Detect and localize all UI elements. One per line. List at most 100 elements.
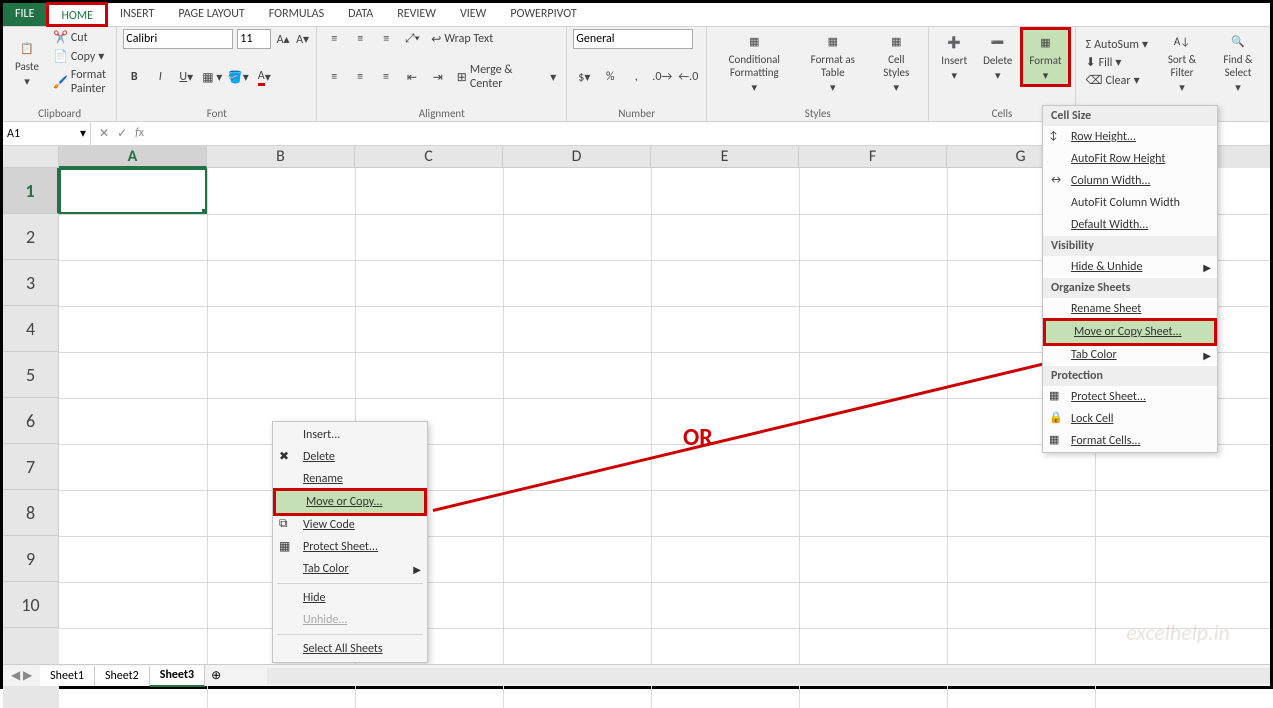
dd-lock-cell[interactable]: 🔒Lock Cell bbox=[1043, 408, 1217, 430]
decrease-indent-button[interactable]: ⇤ bbox=[401, 67, 423, 87]
autosum-button[interactable]: ΣAutoSum ▾ bbox=[1082, 36, 1152, 53]
number-format-combo[interactable] bbox=[573, 29, 693, 49]
sort-filter-button[interactable]: A↓Sort & Filter▾ bbox=[1156, 29, 1208, 96]
horizontal-scrollbar[interactable] bbox=[267, 668, 1270, 684]
row-header-4[interactable]: 4 bbox=[3, 306, 59, 352]
align-right-button[interactable]: ≡ bbox=[375, 67, 397, 87]
wraptext-button[interactable]: ↩Wrap Text bbox=[427, 31, 497, 48]
insert-cells-button[interactable]: ➕Insert▾ bbox=[935, 30, 973, 84]
sheet-tab-1[interactable]: Sheet1 bbox=[40, 666, 95, 686]
tab-powerpivot[interactable]: POWERPIVOT bbox=[498, 3, 588, 26]
paste-button[interactable]: 📋 Paste ▾ bbox=[9, 36, 45, 90]
fill-button[interactable]: ⬇Fill ▾ bbox=[1082, 54, 1152, 71]
copy-button[interactable]: 📄Copy ▾ bbox=[49, 48, 110, 65]
fx-icon[interactable]: fx bbox=[135, 126, 144, 141]
row-header-2[interactable]: 2 bbox=[3, 214, 59, 260]
col-header-d[interactable]: D bbox=[503, 146, 651, 168]
row-header-3[interactable]: 3 bbox=[3, 260, 59, 306]
ctx-move-or-copy[interactable]: Move or Copy... bbox=[273, 488, 427, 516]
enter-formula-icon[interactable]: ✓ bbox=[117, 126, 127, 141]
bold-button[interactable]: B bbox=[123, 67, 145, 87]
row-header-8[interactable]: 8 bbox=[3, 490, 59, 536]
comma-button[interactable]: , bbox=[625, 67, 647, 87]
cut-button[interactable]: ✂️Cut bbox=[49, 29, 110, 46]
clear-button[interactable]: ⌫Clear ▾ bbox=[1082, 72, 1152, 89]
dd-autofit-row[interactable]: AutoFit Row Height bbox=[1043, 148, 1217, 170]
row-header-1[interactable]: 1 bbox=[3, 168, 59, 214]
font-name-combo[interactable] bbox=[123, 29, 233, 49]
dd-default-width[interactable]: Default Width... bbox=[1043, 214, 1217, 236]
cell-styles-button[interactable]: ▦Cell Styles▾ bbox=[870, 29, 922, 96]
dd-autofit-column[interactable]: AutoFit Column Width bbox=[1043, 192, 1217, 214]
increase-indent-button[interactable]: ⇥ bbox=[427, 67, 449, 87]
row-header-5[interactable]: 5 bbox=[3, 352, 59, 398]
fontcolor-button[interactable]: A▾ bbox=[253, 67, 275, 87]
tab-home[interactable]: HOME bbox=[46, 2, 108, 27]
ctx-select-all-sheets[interactable]: Select All Sheets bbox=[273, 638, 427, 660]
currency-button[interactable]: $▾ bbox=[573, 67, 595, 87]
align-bottom-button[interactable]: ≡ bbox=[375, 29, 397, 49]
italic-button[interactable]: I bbox=[149, 67, 171, 87]
delete-cells-button[interactable]: ➖Delete▾ bbox=[977, 30, 1018, 84]
selected-cell[interactable] bbox=[59, 168, 207, 214]
ctx-insert[interactable]: Insert... bbox=[273, 424, 427, 446]
ctx-tab-color[interactable]: Tab Color▶ bbox=[273, 558, 427, 580]
tab-file[interactable]: FILE bbox=[3, 3, 46, 26]
row-header-6[interactable]: 6 bbox=[3, 398, 59, 444]
dd-tab-color[interactable]: Tab Color▶ bbox=[1043, 344, 1217, 366]
row-header-10[interactable]: 10 bbox=[3, 582, 59, 628]
decrease-font-button[interactable]: A▾ bbox=[295, 29, 311, 49]
select-all-corner[interactable] bbox=[3, 146, 59, 168]
dd-column-width[interactable]: ↔Column Width... bbox=[1043, 170, 1217, 192]
find-select-button[interactable]: 🔍Find & Select▾ bbox=[1212, 29, 1264, 96]
dd-row-height[interactable]: ↕Row Height... bbox=[1043, 126, 1217, 148]
row-header-9[interactable]: 9 bbox=[3, 536, 59, 582]
ctx-delete[interactable]: ✖Delete bbox=[273, 446, 427, 468]
percent-button[interactable]: % bbox=[599, 67, 621, 87]
tab-data[interactable]: DATA bbox=[336, 3, 385, 26]
increase-font-button[interactable]: A▴ bbox=[275, 29, 291, 49]
ctx-rename[interactable]: Rename bbox=[273, 468, 427, 490]
border-button[interactable]: ▦ ▾ bbox=[201, 67, 223, 87]
ctx-protect-sheet[interactable]: ▦Protect Sheet... bbox=[273, 536, 427, 558]
decrease-decimal-button[interactable]: ←.0 bbox=[677, 67, 699, 87]
conditional-formatting-button[interactable]: ▦Conditional Formatting▾ bbox=[713, 29, 795, 96]
formatpainter-button[interactable]: 🖌️Format Painter bbox=[49, 67, 110, 97]
row-header-7[interactable]: 7 bbox=[3, 444, 59, 490]
tab-review[interactable]: REVIEW bbox=[385, 3, 448, 26]
format-as-table-button[interactable]: ▦Format as Table▾ bbox=[799, 29, 866, 96]
underline-button[interactable]: U ▾ bbox=[175, 67, 197, 87]
format-cells-button[interactable]: ▦Format▾ bbox=[1020, 27, 1070, 87]
sheet-tab-2[interactable]: Sheet2 bbox=[95, 666, 150, 686]
font-size-combo[interactable] bbox=[237, 29, 271, 49]
tab-insert[interactable]: INSERT bbox=[108, 3, 166, 26]
mergecenter-button[interactable]: ⊞Merge & Center ▾ bbox=[453, 62, 561, 92]
col-header-f[interactable]: F bbox=[799, 146, 947, 168]
name-box[interactable]: A1▾ bbox=[3, 122, 91, 145]
ctx-view-code[interactable]: ⧉View Code bbox=[273, 514, 427, 536]
increase-decimal-button[interactable]: .0→ bbox=[651, 67, 673, 87]
new-sheet-button[interactable]: ⊕ bbox=[205, 668, 227, 683]
dd-format-cells[interactable]: ▦Format Cells... bbox=[1043, 430, 1217, 452]
sheet-nav-prev[interactable]: ◀ ▶ bbox=[3, 668, 40, 683]
col-header-c[interactable]: C bbox=[355, 146, 503, 168]
dd-move-or-copy-sheet[interactable]: Move or Copy Sheet... bbox=[1043, 318, 1217, 346]
dd-rename-sheet[interactable]: Rename Sheet bbox=[1043, 298, 1217, 320]
dd-hide-unhide[interactable]: Hide & Unhide▶ bbox=[1043, 256, 1217, 278]
align-top-button[interactable]: ≡ bbox=[323, 29, 345, 49]
align-left-button[interactable]: ≡ bbox=[323, 67, 345, 87]
ctx-hide[interactable]: Hide bbox=[273, 587, 427, 609]
tab-formulas[interactable]: FORMULAS bbox=[257, 3, 336, 26]
tab-view[interactable]: VIEW bbox=[448, 3, 498, 26]
fillcolor-button[interactable]: 🪣▾ bbox=[227, 67, 249, 87]
col-header-b[interactable]: B bbox=[207, 146, 355, 168]
col-header-e[interactable]: E bbox=[651, 146, 799, 168]
col-header-a[interactable]: A bbox=[59, 146, 207, 168]
orientation-button[interactable]: ⤢▾ bbox=[401, 29, 423, 49]
align-center-button[interactable]: ≡ bbox=[349, 67, 371, 87]
align-middle-button[interactable]: ≡ bbox=[349, 29, 371, 49]
tab-pagelayout[interactable]: PAGE LAYOUT bbox=[166, 3, 256, 26]
cancel-formula-icon[interactable]: ✕ bbox=[99, 126, 109, 141]
sheet-tab-3[interactable]: Sheet3 bbox=[150, 665, 205, 687]
dd-protect-sheet[interactable]: ▦Protect Sheet... bbox=[1043, 386, 1217, 408]
